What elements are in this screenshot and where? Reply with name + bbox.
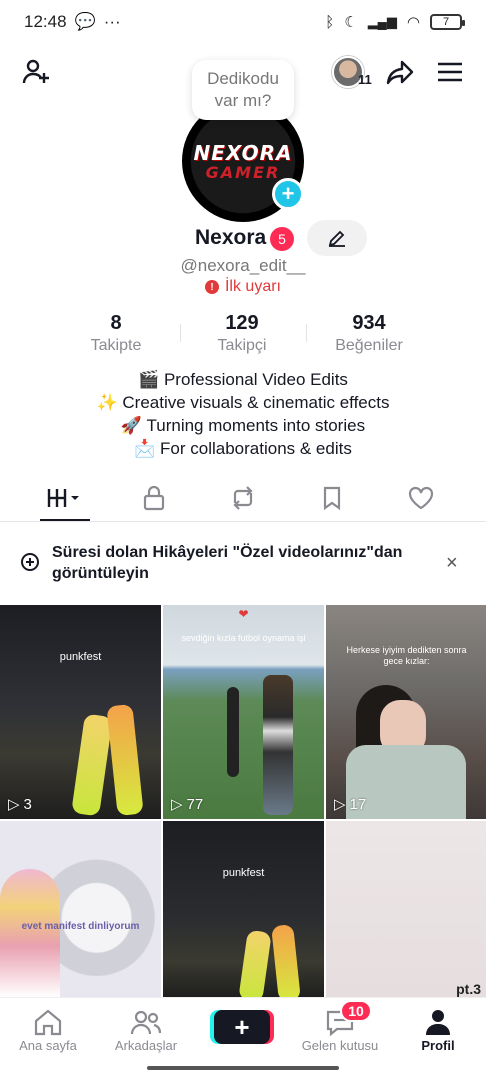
stat-value: 8 [110, 312, 122, 334]
bio-line: 📩 For collaborations & edits [134, 439, 352, 458]
nav-friends[interactable]: Arkadaşlar [98, 1006, 194, 1053]
stat-label: Beğeniler [335, 337, 403, 354]
bluetooth-icon: ᛒ [325, 13, 335, 31]
video-caption: evet manifest dinliyorum [21, 921, 140, 932]
stat-followers[interactable]: 129 Takipçi [192, 312, 292, 355]
inbox-badge: 10 [340, 1000, 372, 1022]
heart-emoji: ❤ [238, 607, 249, 621]
close-icon[interactable]: × [446, 552, 458, 575]
pencil-icon [328, 230, 345, 247]
more-notifications-icon: ··· [103, 12, 121, 31]
lock-icon [143, 485, 165, 511]
play-icon: ▷ [8, 796, 20, 813]
warning-link[interactable]: ! İlk uyarı [0, 278, 486, 296]
grid-icon [47, 489, 79, 507]
video-grid: punkfest ▷ 3 ❤ sevdiğin kızla futbol oyna… [0, 605, 486, 997]
expired-stories-banner[interactable]: Süresi dolan Hikâyeleri "Özel videoların… [20, 540, 466, 586]
play-icon: ▷ [334, 796, 346, 813]
bio-line: 🚀 Turning moments into stories [120, 416, 366, 435]
profile-icon [426, 1010, 450, 1035]
note-bubble[interactable]: Dedikodu var mı? [192, 60, 294, 120]
play-icon: ▷ [171, 796, 183, 813]
bookmark-icon [323, 486, 341, 511]
create-button[interactable]: + [214, 1010, 270, 1044]
nav-label: Arkadaşlar [114, 1038, 178, 1053]
video-caption: Herkese iyiyim dedikten sonra gece kızla… [346, 645, 467, 666]
profile-bio: 🎬 Professional Video Edits ✨ Creative vi… [0, 368, 486, 460]
view-count: ▷ 17 [334, 795, 367, 814]
tab-saved[interactable] [307, 480, 357, 516]
tab-liked[interactable] [396, 480, 446, 516]
stat-label: Takipte [90, 337, 142, 354]
profile-tabs [0, 476, 486, 522]
video-thumbnail-figure [0, 869, 60, 997]
nav-home[interactable]: Ana sayfa [0, 1006, 96, 1053]
nav-profile[interactable]: Profil [390, 1006, 486, 1053]
stat-divider [306, 324, 307, 342]
video-caption: punkfest [222, 867, 265, 879]
video-caption: punkfest [59, 651, 102, 663]
status-time: 12:48 [24, 12, 67, 31]
view-count: ▷ 77 [171, 795, 204, 814]
tab-reposts[interactable] [218, 480, 268, 516]
video-thumbnail-figure [238, 929, 272, 997]
video-caption: sevdiğin kızla futbol oynama işi [181, 633, 306, 643]
profile-username: @nexora_edit__ [180, 256, 306, 275]
name-row: Nexora 5 [0, 220, 486, 256]
edit-profile-button[interactable] [307, 220, 367, 256]
friends-icon [130, 1010, 162, 1035]
stat-value: 129 [225, 312, 259, 334]
video-tile[interactable]: pt.3 [326, 821, 486, 997]
logo-text-bottom: GAMER [205, 162, 281, 182]
bio-line: 🎬 Professional Video Edits [138, 370, 348, 389]
video-tile[interactable]: Herkese iyiyim dedikten sonra gece kızla… [326, 605, 486, 819]
banner-text: Süresi dolan Hikâyeleri "Özel videoların… [52, 544, 403, 582]
dnd-moon-icon: ☾ [344, 14, 358, 31]
tab-indicator [40, 519, 90, 521]
video-thumbnail-figure [263, 675, 293, 815]
story-add-icon [21, 553, 39, 571]
view-count: ▷ 3 [8, 795, 32, 814]
signal-icon: ▂▄▆ [367, 14, 397, 29]
video-thumbnail-figure [106, 703, 144, 817]
nav-label: Gelen kutusu [301, 1038, 379, 1053]
nav-label: Profil [421, 1038, 455, 1053]
stat-label: Takipçi [217, 337, 267, 354]
add-story-button[interactable]: + [272, 178, 304, 210]
profile-stats: 8 Takipte 129 Takipçi 934 Beğeniler [0, 312, 486, 358]
story-count: 11 [358, 72, 372, 87]
alert-icon: ! [204, 280, 219, 294]
video-tile[interactable]: punkfest ▷ 3 [0, 605, 161, 819]
tab-private[interactable] [129, 480, 179, 516]
tab-videos[interactable] [40, 480, 90, 516]
add-friend-icon[interactable] [16, 52, 56, 92]
wifi-icon: ◠ [406, 14, 420, 31]
heart-icon [408, 486, 434, 510]
name-badge: 5 [270, 227, 294, 251]
video-caption: pt.3 [456, 981, 481, 997]
repost-icon [233, 486, 253, 510]
home-indicator [147, 1066, 339, 1070]
menu-icon[interactable] [430, 52, 470, 92]
status-bar: 12:48 💬 ··· ᛒ ☾ ▂▄▆ ◠ 7 [0, 0, 486, 44]
video-thumbnail-figure [227, 687, 239, 777]
video-tile[interactable]: punkfest [163, 821, 324, 997]
stat-likes[interactable]: 934 Beğeniler [319, 312, 419, 355]
video-thumbnail-figure [271, 924, 301, 997]
share-icon[interactable] [380, 52, 420, 92]
home-icon [34, 1009, 62, 1036]
video-tile[interactable]: ❤ sevdiğin kızla futbol oynama işi ▷ 77 [163, 605, 324, 819]
battery-icon: 7 [430, 14, 465, 30]
profile-name: Nexora [195, 226, 267, 249]
stat-value: 934 [352, 312, 386, 334]
video-tile[interactable]: evet manifest dinliyorum [0, 821, 161, 997]
stat-divider [180, 324, 181, 342]
bio-line: ✨ Creative visuals & cinematic effects [96, 393, 390, 412]
warning-text: İlk uyarı [224, 278, 281, 295]
logo-text-top: NEXORA [193, 140, 293, 165]
nav-label: Ana sayfa [19, 1038, 77, 1053]
video-thumbnail-figure [71, 713, 113, 817]
stat-following[interactable]: 8 Takipte [66, 312, 166, 355]
chat-notification-icon: 💬 [74, 12, 96, 31]
